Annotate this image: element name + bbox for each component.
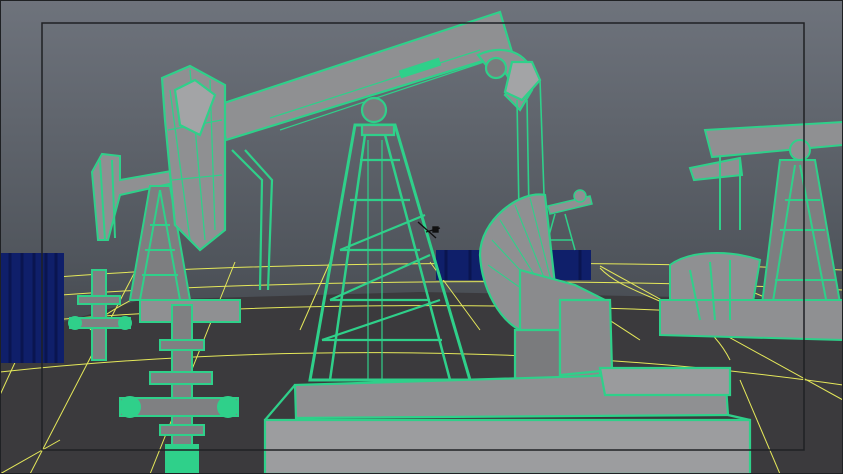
storage-tank-left[interactable] [0, 253, 64, 363]
viewport-scene[interactable] [0, 0, 843, 474]
foundation-plinth [263, 418, 752, 474]
maya-3d-viewport[interactable] [0, 0, 843, 474]
